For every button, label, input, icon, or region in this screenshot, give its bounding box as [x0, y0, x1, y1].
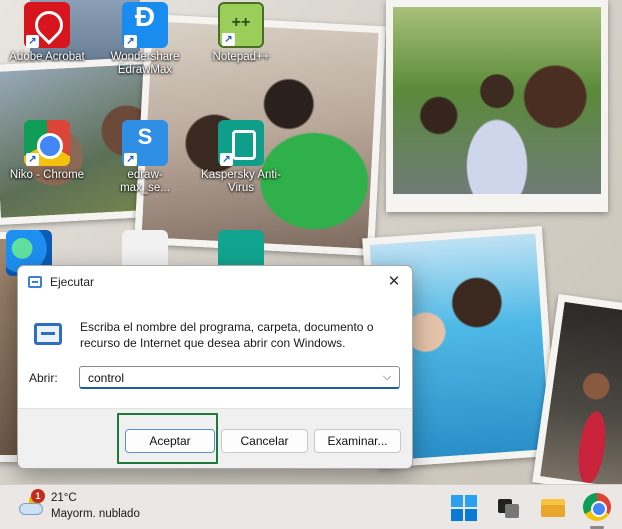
weather-temperature[interactable]: 21°C: [51, 492, 77, 504]
shortcut-arrow-icon: ↗: [124, 35, 137, 48]
windows-logo-icon: [451, 509, 463, 521]
chrome-taskbar-button[interactable]: [583, 493, 611, 521]
ok-button-highlight: [117, 413, 218, 464]
shortcut-arrow-icon: ↗: [220, 153, 233, 166]
windows-logo-icon: [465, 509, 477, 521]
desktop-icon-notepad-plus-plus[interactable]: ↗ Notepad++: [200, 2, 282, 64]
file-explorer-button[interactable]: [538, 493, 568, 523]
shortcut-arrow-icon: ↗: [222, 33, 235, 46]
shortcut-arrow-icon: ↗: [26, 35, 39, 48]
desktop-icon-edraw-installer[interactable]: ↗ edraw-max_se...: [104, 120, 186, 195]
open-label: Abrir:: [29, 371, 58, 385]
notification-badge: 1: [31, 489, 45, 503]
kaspersky-icon: ↗: [218, 120, 264, 166]
notepad-plus-plus-icon: ↗: [218, 2, 264, 48]
dialog-title: Ejecutar: [50, 274, 95, 289]
taskbar: 1 21°C Mayorm. nublado: [0, 484, 622, 529]
desktop-icon-label: Wondershare EdrawMax: [110, 51, 180, 76]
run-program-icon: [34, 323, 62, 345]
task-view-button[interactable]: [494, 493, 524, 523]
windows-logo-icon: [465, 495, 477, 507]
chrome-icon: ↗: [24, 120, 70, 166]
desktop-icon-niko-chrome[interactable]: ↗ Niko - Chrome: [6, 120, 88, 182]
start-button[interactable]: [449, 493, 479, 523]
chevron-down-icon[interactable]: ⌵: [379, 369, 395, 385]
desktop-icon-label: Notepad++: [212, 51, 270, 63]
edraw-installer-icon: ↗: [122, 120, 168, 166]
desktop-icon-label: Kaspersky Anti-Virus: [201, 169, 281, 194]
shortcut-arrow-icon: ↗: [26, 153, 39, 166]
open-input[interactable]: control: [88, 371, 124, 385]
desktop-icon-kaspersky[interactable]: ↗ Kaspersky Anti-Virus: [200, 120, 282, 195]
desktop-icon-label: Adobe Acrobat: [9, 51, 85, 63]
dialog-description: Escriba el nombre del programa, carpeta,…: [80, 320, 374, 350]
edrawmax-icon: ↗: [122, 2, 168, 48]
wallpaper-photo: [386, 0, 608, 212]
cloud-icon: [19, 503, 43, 515]
weather-condition[interactable]: Mayorm. nublado: [51, 508, 140, 520]
shortcut-arrow-icon: ↗: [124, 153, 137, 166]
browse-button[interactable]: Examinar...: [314, 429, 401, 453]
cancel-button[interactable]: Cancelar: [221, 429, 308, 453]
windows-logo-icon: [451, 495, 463, 507]
open-combobox[interactable]: control ⌵: [79, 366, 400, 389]
run-icon: [28, 275, 42, 288]
desktop-icon-label: edraw-max_se...: [120, 169, 170, 194]
close-icon: ✕: [387, 273, 401, 290]
dialog-titlebar[interactable]: Ejecutar: [18, 266, 412, 297]
desktop-icon-adobe-acrobat[interactable]: ↗ Adobe Acrobat: [6, 2, 88, 64]
adobe-acrobat-icon: ↗: [24, 2, 70, 48]
close-button[interactable]: ✕: [384, 272, 404, 292]
desktop-icon-edrawmax[interactable]: ↗ Wondershare EdrawMax: [104, 2, 186, 77]
desktop-icon-label: Niko - Chrome: [9, 169, 85, 181]
